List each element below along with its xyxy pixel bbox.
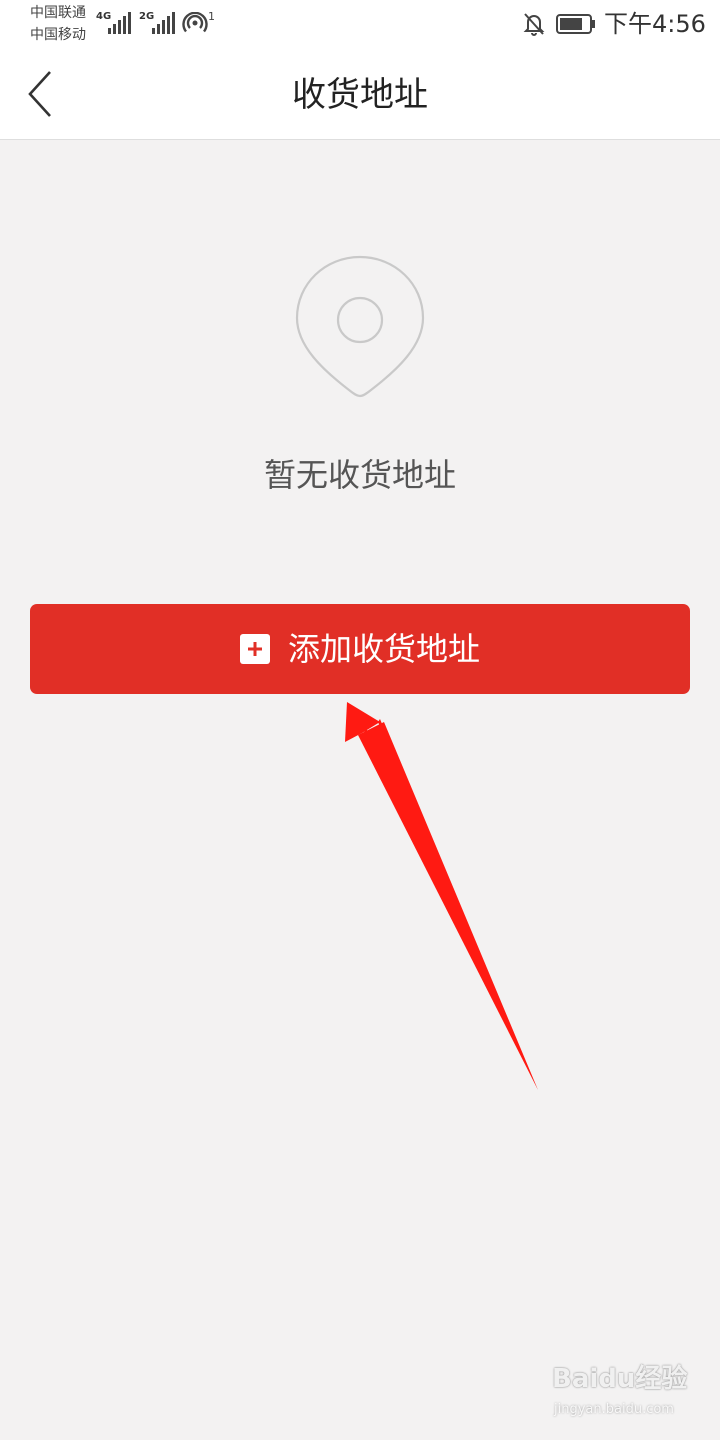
watermark-url: jingyan.baidu.com: [554, 1402, 674, 1417]
plus-square-icon: [239, 634, 270, 664]
annotation-arrow: [345, 702, 538, 1090]
status-time: 下午4:56: [604, 10, 706, 38]
watermark-brand: Baidu经验: [552, 1364, 688, 1394]
watermark: Baidu经验 jingyan.baidu.com: [552, 1362, 692, 1426]
bell-muted-icon: [523, 13, 545, 36]
add-address-button[interactable]: 添加收货地址: [30, 604, 690, 694]
carrier-name-2: 中国移动: [30, 27, 86, 43]
carrier-name-1: 中国联通: [30, 5, 86, 21]
empty-state-message: 暂无收货地址: [263, 456, 456, 494]
status-bar: 中国联通 中国移动 4G 2G 1 下午4:56: [0, 0, 720, 50]
signal-icon: [152, 12, 175, 34]
page-title: 收货地址: [292, 75, 428, 115]
battery-icon: [556, 14, 595, 34]
hotspot-count: 1: [208, 10, 215, 23]
hotspot-icon: [182, 12, 208, 33]
header: 收货地址: [0, 50, 720, 140]
location-pin-icon: [295, 255, 425, 398]
add-address-label: 添加收货地址: [287, 630, 480, 668]
signal-icon: [108, 12, 131, 34]
